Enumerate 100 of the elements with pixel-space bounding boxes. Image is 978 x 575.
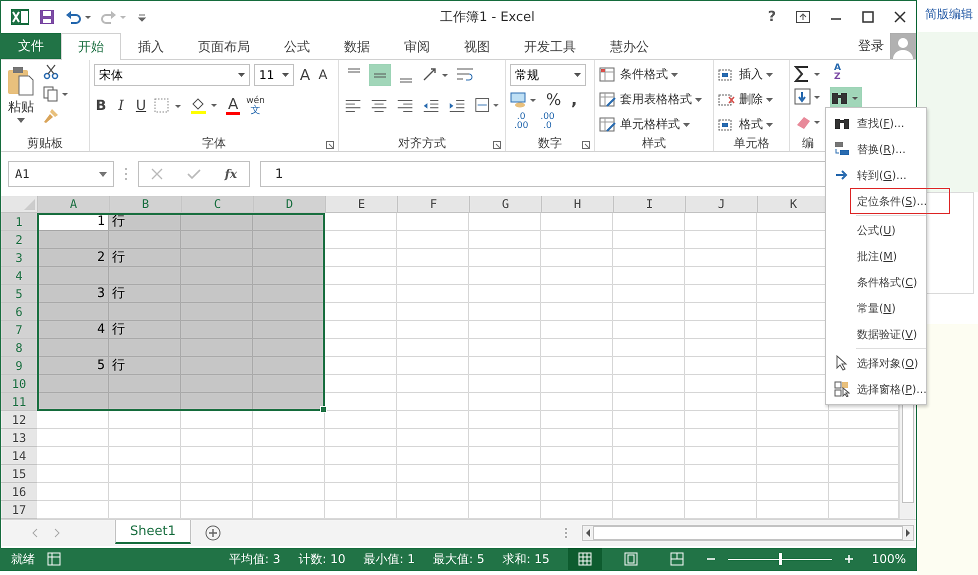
dialog-launcher-icon[interactable] <box>493 141 501 149</box>
column-header[interactable]: F <box>397 196 469 212</box>
row-header[interactable]: 12 <box>1 411 37 429</box>
styles-menu-button[interactable]: 条件格式 <box>599 64 709 85</box>
row-header[interactable]: 5 <box>1 285 37 303</box>
customize-icon[interactable] <box>137 12 147 22</box>
border-icon[interactable] <box>154 98 184 114</box>
merge-cells-icon[interactable] <box>474 96 501 114</box>
menu-item[interactable]: 条件格式(C) <box>826 269 926 295</box>
underline-button[interactable]: U <box>134 98 148 114</box>
sum-icon[interactable] <box>794 64 822 84</box>
row-header[interactable]: 11 <box>1 393 37 411</box>
ribbon-tab[interactable]: 视图 <box>447 33 507 59</box>
styles-menu-button[interactable]: 单元格样式 <box>599 114 709 135</box>
column-header[interactable]: D <box>253 196 325 212</box>
row-header[interactable]: 15 <box>1 465 37 483</box>
menu-item[interactable]: 定位条件(S)... <box>850 188 950 214</box>
row-header[interactable]: 17 <box>1 501 37 519</box>
save-icon[interactable] <box>39 9 55 25</box>
font-color-button[interactable]: A <box>226 97 240 115</box>
column-header[interactable]: J <box>685 196 757 212</box>
menu-item[interactable]: 替换(R)... <box>826 136 926 162</box>
find-select-button[interactable] <box>830 87 862 109</box>
menu-item[interactable]: 查找(F)... <box>826 110 926 136</box>
ribbon-tab[interactable]: 页面布局 <box>181 33 267 59</box>
menu-item[interactable]: 公式(U) <box>826 217 926 243</box>
cells-menu-button[interactable]: 插入 <box>718 64 785 85</box>
ribbon-tab[interactable]: 慧办公 <box>593 33 666 59</box>
paste-button[interactable]: 粘贴 <box>5 64 37 125</box>
shrink-font-button[interactable]: A <box>316 68 330 82</box>
row-header[interactable]: 9 <box>1 357 37 375</box>
cut-icon[interactable] <box>43 64 59 80</box>
menu-item[interactable]: 选择对象(O) <box>826 350 926 376</box>
column-header[interactable]: E <box>325 196 397 212</box>
row-header[interactable]: 7 <box>1 321 37 339</box>
percent-button[interactable]: % <box>546 90 562 109</box>
fill-down-icon[interactable] <box>794 87 822 107</box>
column-header[interactable]: A <box>37 196 109 212</box>
dialog-launcher-icon[interactable] <box>582 141 590 149</box>
row-header[interactable]: 6 <box>1 303 37 321</box>
horizontal-scrollbar[interactable] <box>582 525 914 541</box>
row-header[interactable]: 3 <box>1 249 37 267</box>
name-box[interactable]: A1 <box>8 161 114 187</box>
row-header[interactable]: 16 <box>1 483 37 501</box>
cells-menu-button[interactable]: 格式 <box>718 114 785 135</box>
number-format-field[interactable]: 常规 <box>510 64 586 86</box>
insert-function-button[interactable]: fx <box>224 167 238 181</box>
bold-button[interactable]: B <box>94 98 108 114</box>
sign-in-link[interactable]: 登录 <box>852 33 890 59</box>
undo-icon[interactable] <box>65 10 91 24</box>
macro-record-icon[interactable] <box>47 552 61 566</box>
row-header[interactable]: 10 <box>1 375 37 393</box>
dialog-launcher-icon[interactable] <box>326 141 334 149</box>
column-header[interactable]: G <box>469 196 541 212</box>
row-header[interactable]: 8 <box>1 339 37 357</box>
column-header[interactable]: I <box>613 196 685 212</box>
maximize-icon[interactable] <box>862 11 874 23</box>
align-lines-icon[interactable] <box>369 64 391 86</box>
add-sheet-icon[interactable] <box>204 525 221 541</box>
ribbon-tab[interactable]: 公式 <box>267 33 327 59</box>
decimal-button[interactable]: .0 .00 <box>510 113 532 131</box>
close-icon[interactable] <box>894 11 906 23</box>
comma-button[interactable]: , <box>567 90 582 109</box>
menu-item[interactable]: 批注(M) <box>826 243 926 269</box>
zoom-in-icon[interactable] <box>844 554 854 564</box>
row-header[interactable]: 1 <box>1 213 37 231</box>
row-header[interactable]: 2 <box>1 231 37 249</box>
sort-filter-button[interactable]: A Z <box>830 64 862 84</box>
copy-icon[interactable] <box>43 86 69 102</box>
font-size-field[interactable]: 11 <box>254 64 294 86</box>
row-header[interactable]: 14 <box>1 447 37 465</box>
column-header[interactable]: B <box>109 196 181 212</box>
phonetic-button[interactable]: wén 文 <box>246 96 265 116</box>
page-link[interactable]: 简版编辑 <box>917 0 978 32</box>
ribbon-tab[interactable]: 开始 <box>61 33 121 60</box>
column-header[interactable]: H <box>541 196 613 212</box>
menu-item[interactable]: 选择窗格(P)... <box>826 376 926 402</box>
row-header[interactable]: 4 <box>1 267 37 285</box>
menu-item[interactable]: 数据验证(V) <box>826 321 926 347</box>
ribbon-tab[interactable]: 开发工具 <box>507 33 593 59</box>
cells-menu-button[interactable]: 删除 <box>718 89 785 110</box>
grow-font-button[interactable]: A <box>298 66 312 84</box>
italic-button[interactable]: I <box>114 98 128 114</box>
normal-view-button[interactable] <box>568 548 602 570</box>
menu-item[interactable]: 常量(N) <box>826 295 926 321</box>
ribbon-tab[interactable]: 插入 <box>121 33 181 59</box>
file-tab[interactable]: 文件 <box>1 33 61 59</box>
help-button[interactable]: ? <box>768 9 776 25</box>
fill-color-icon[interactable] <box>190 97 220 115</box>
zoom-level[interactable]: 100% <box>872 552 906 566</box>
ribbon-display-icon[interactable] <box>796 11 810 23</box>
column-header[interactable]: C <box>181 196 253 212</box>
ribbon-tab[interactable]: 审阅 <box>387 33 447 59</box>
font-name-field[interactable]: 宋体 <box>94 64 250 86</box>
ribbon-tab[interactable]: 数据 <box>327 33 387 59</box>
styles-menu-button[interactable]: 套用表格格式 <box>599 89 709 110</box>
decimal-button[interactable]: .00 .0 <box>536 113 559 131</box>
sheet-tab[interactable]: Sheet1 <box>115 520 191 544</box>
excel-icon[interactable] <box>11 8 29 26</box>
row-header[interactable]: 13 <box>1 429 37 447</box>
